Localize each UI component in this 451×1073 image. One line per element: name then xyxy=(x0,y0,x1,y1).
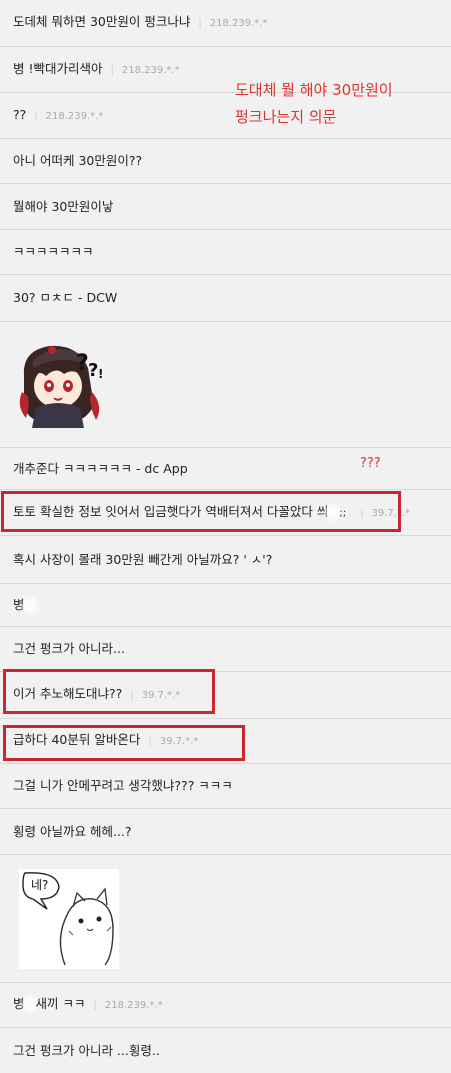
comment-body: 급하다 40분뒤 알바온다 xyxy=(13,732,141,747)
comment-text: 토토 확실한 정보 잇어서 입금햇다가 역배터져서 다꼴았다 씌;; | 39.7.… xyxy=(13,504,410,522)
blur-mask xyxy=(24,599,36,612)
comment-body: 병 xyxy=(13,597,25,612)
comment-text: 병 !빡대가리색아 | 218.239.*.* xyxy=(13,61,180,79)
comment-text: 혹시 사장이 몰래 30만원 빼간게 아닐까요? ' ㅅ'? xyxy=(13,551,273,567)
comment-meta: | 218.239.*.* xyxy=(110,64,180,76)
comment-suffix: 새끼 ㅋㅋ xyxy=(35,996,86,1011)
comment-list: 도데체 뭐하면 30만원이 펑크나냐 | 218.239.*.* 병 !빡대가리색아… xyxy=(0,0,451,1073)
comment-text: 도데체 뭐하면 30만원이 펑크나냐 | 218.239.*.* xyxy=(13,14,267,32)
sticker-row: 네? xyxy=(0,855,451,983)
comment-text: 그건 펑크가 아니라 ...횡령.. xyxy=(13,1042,160,1058)
comment-meta: | 218.239.*.* xyxy=(34,110,104,122)
comment-meta: | 218.239.*.* xyxy=(93,1000,163,1011)
comment-body: ?? xyxy=(13,106,27,122)
comment-text: 아니 어떠케 30만원이?? xyxy=(13,153,143,168)
comment-text: 병 xyxy=(13,597,36,613)
comment-body: 이거 추노해도대냐?? xyxy=(13,686,123,701)
comment-row: 도데체 뭐하면 30만원이 펑크나냐 | 218.239.*.* xyxy=(0,0,451,47)
comment-meta: | 39.7.*.* xyxy=(130,690,181,701)
svg-text:?: ? xyxy=(88,360,98,381)
comment-text: 이거 추노해도대냐?? | 39.7.*.* xyxy=(13,686,180,704)
comment-row: 30? ㅁㅊㄷ - DCW xyxy=(0,275,451,322)
svg-text:?: ? xyxy=(76,351,89,376)
comment-row: 토토 확실한 정보 잇어서 입금햇다가 역배터져서 다꼴았다 씌;; | 39.7.… xyxy=(0,490,451,536)
comment-row: 개추준다 ㅋㅋㅋㅋㅋㅋ - dc App xyxy=(0,448,451,490)
comment-text: 30? ㅁㅊㄷ - DCW xyxy=(13,290,118,305)
comment-body: 도데체 뭐하면 30만원이 펑크나냐 xyxy=(13,14,191,29)
sticker-row: ? ? ! xyxy=(0,322,451,448)
comment-text: 횡령 아닐까요 헤헤...? xyxy=(13,823,132,839)
comment-row: 아니 어떠케 30만원이?? xyxy=(0,139,451,184)
annotation-question-marks: ??? xyxy=(360,456,381,471)
annotation-top-line2: 펑크나는지 의문 xyxy=(235,108,337,126)
svg-text:!: ! xyxy=(98,367,103,381)
comment-row: 급하다 40분뒤 알바온다 | 39.7.*.* xyxy=(0,719,451,764)
blur-mask xyxy=(24,998,36,1011)
comment-text: 그건 펑크가 아니라... xyxy=(13,641,125,656)
comment-body: 토토 확실한 정보 잇어서 입금햇다가 역배터져서 다꼴았다 씌 xyxy=(13,503,329,519)
comment-text: 병 새끼 ㅋㅋ | 218.239.*.* xyxy=(13,996,163,1014)
comment-text: ?? | 218.239.*.* xyxy=(13,107,103,125)
comment-suffix: ;; xyxy=(339,507,347,519)
comment-text: 뭘해야 30만원이낳 xyxy=(13,198,114,214)
comment-meta: | 39.7.*.* xyxy=(148,736,199,747)
comment-row: 횡령 아닐까요 헤헤...? xyxy=(0,809,451,855)
comment-row: 뭘해야 30만원이낳 xyxy=(0,184,451,230)
blur-mask xyxy=(328,505,340,519)
comment-text: ㅋㅋㅋㅋㅋㅋㅋ xyxy=(13,244,94,259)
anime-girl-sticker: ? ? ! xyxy=(19,345,103,428)
comment-body: 병 xyxy=(13,996,25,1011)
comment-row: 병 xyxy=(0,584,451,627)
comment-row: 병 새끼 ㅋㅋ | 218.239.*.* xyxy=(0,983,451,1028)
comment-text: 그걸 니가 안메꾸려고 생각했냐??? ㅋㅋㅋ xyxy=(13,778,233,793)
comment-text: 급하다 40분뒤 알바온다 | 39.7.*.* xyxy=(13,732,198,750)
comment-row: 이거 추노해도대냐?? | 39.7.*.* xyxy=(0,672,451,719)
comment-row: 그건 펑크가 아니라 ...횡령.. xyxy=(0,1028,451,1073)
comment-meta: | 218.239.*.* xyxy=(198,18,268,29)
annotation-top-line1: 도대체 뭘 해야 30만원이 xyxy=(235,81,393,99)
comment-row: 그건 펑크가 아니라... xyxy=(0,627,451,672)
cat-sticker: 네? xyxy=(19,869,119,969)
comment-text: 개추준다 ㅋㅋㅋㅋㅋㅋ - dc App xyxy=(13,461,188,476)
cat-bubble-text: 네? xyxy=(31,878,49,892)
comment-body: 병 !빡대가리색아 xyxy=(13,60,103,76)
comment-row: 그걸 니가 안메꾸려고 생각했냐??? ㅋㅋㅋ xyxy=(0,764,451,809)
comment-row: 혹시 사장이 몰래 30만원 빼간게 아닐까요? ' ㅅ'? xyxy=(0,536,451,584)
comment-meta: | 39.7.*.* xyxy=(360,507,411,519)
comment-row: ㅋㅋㅋㅋㅋㅋㅋ xyxy=(0,230,451,275)
